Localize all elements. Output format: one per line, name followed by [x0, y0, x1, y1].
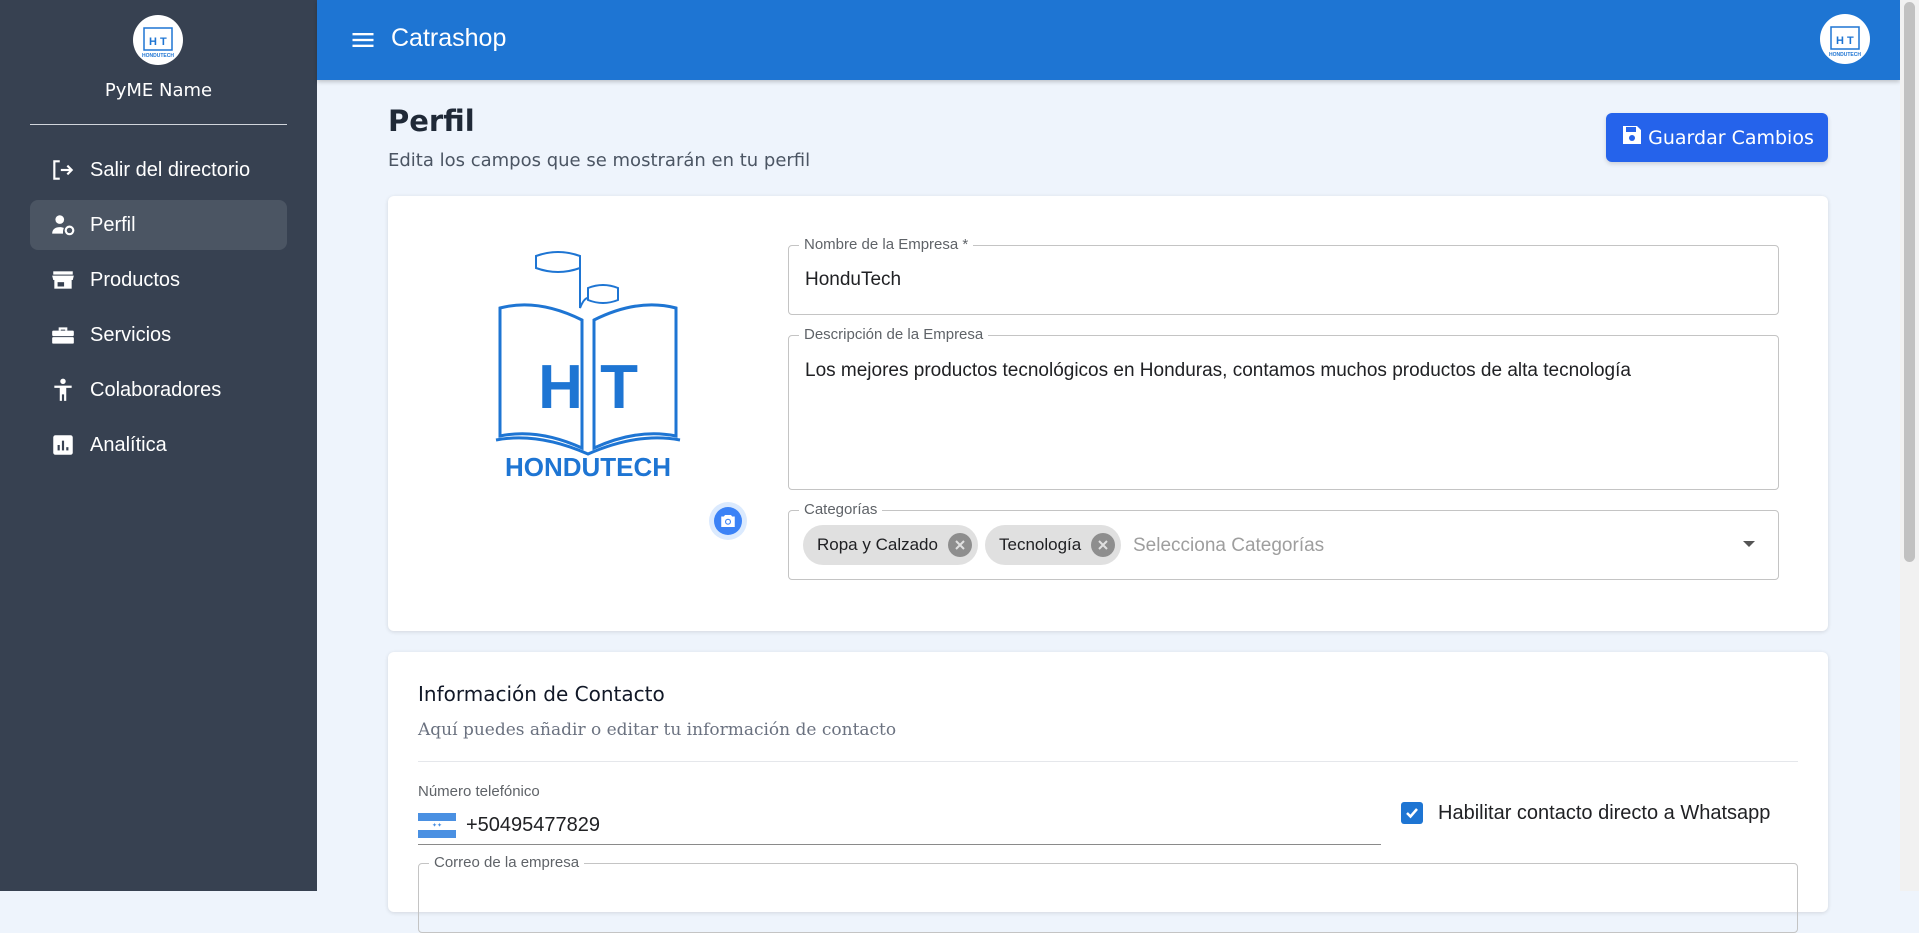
company-logo-small: H T HONDUTECH [133, 15, 183, 65]
avatar-letters: H T [1836, 35, 1854, 47]
remove-chip-icon[interactable] [1091, 533, 1116, 557]
logo-letters-small: H T [149, 36, 167, 48]
camera-button[interactable] [709, 502, 747, 540]
company-name-field[interactable]: Nombre de la Empresa * HonduTech [788, 236, 1779, 315]
sidebar-item-productos[interactable]: Productos [30, 255, 287, 305]
email-label: Correo de la empresa [429, 854, 585, 871]
sidebar-item-perfil[interactable]: Perfil [30, 200, 287, 250]
company-logo: H T HONDUTECH [488, 248, 688, 482]
sidebar-nav: Salir del directorio Perfil Productos Se… [30, 145, 287, 475]
sidebar-divider [30, 124, 287, 125]
toolbox-icon [50, 322, 76, 348]
floppy-disk-icon [1620, 123, 1644, 152]
page-subtitle: Edita los campos que se mostrarán en tu … [388, 150, 811, 171]
avatar-text: HONDUTECH [1829, 52, 1861, 58]
app-title: Catrashop [391, 24, 507, 52]
sidebar-item-label: Analítica [90, 433, 167, 456]
save-changes-button[interactable]: Guardar Cambios [1606, 113, 1828, 162]
company-name-label: Nombre de la Empresa * [799, 236, 974, 253]
sidebar-item-label: Productos [90, 268, 181, 291]
sidebar: H T HONDUTECH PyME Name Salir del direct… [0, 0, 317, 891]
phone-field[interactable]: ✦✦ +50495477829 [418, 802, 1381, 845]
whatsapp-label: Habilitar contacto directo a Whatsapp [1438, 802, 1771, 824]
save-button-label: Guardar Cambios [1648, 126, 1814, 149]
category-chip: Ropa y Calzado [803, 525, 978, 565]
profile-card: H T HONDUTECH Nombre de la Empresa * Hon… [388, 196, 1828, 631]
scrollbar-thumb[interactable] [1904, 2, 1915, 562]
sidebar-item-label: Perfil [90, 213, 136, 236]
honduras-flag-icon[interactable]: ✦✦ [418, 813, 456, 838]
logout-icon [50, 157, 76, 183]
whatsapp-checkbox[interactable] [1401, 802, 1423, 824]
page-title: Perfil [388, 104, 475, 138]
store-icon [50, 267, 76, 293]
pyme-name: PyME Name [104, 80, 213, 101]
company-name-value: HonduTech [805, 269, 902, 290]
categories-placeholder: Selecciona Categorías [1133, 535, 1325, 556]
chip-label: Tecnología [999, 535, 1082, 554]
sidebar-item-servicios[interactable]: Servicios [30, 310, 287, 360]
logo-text-small: HONDUTECH [142, 53, 174, 59]
company-description-label: Descripción de la Empresa [799, 326, 989, 343]
person-icon [50, 377, 76, 403]
camera-icon [714, 507, 742, 535]
user-avatar[interactable]: H T HONDUTECH [1820, 14, 1870, 64]
logo-letters: H T [538, 353, 638, 422]
phone-label: Número telefónico [418, 783, 540, 800]
contact-card: Información de Contacto Aquí puedes añad… [388, 652, 1828, 933]
company-description-value: Los mejores productos tecnológicos en Ho… [805, 360, 1631, 381]
user-gear-icon [50, 212, 76, 238]
app-header: Catrashop H T HONDUTECH [317, 0, 1900, 80]
chip-label: Ropa y Calzado [817, 535, 938, 554]
email-field[interactable]: Correo de la empresa [418, 854, 1798, 933]
hamburger-menu-icon[interactable] [349, 26, 377, 54]
company-description-field[interactable]: Descripción de la Empresa Los mejores pr… [788, 326, 1779, 490]
sidebar-item-salir[interactable]: Salir del directorio [30, 145, 287, 195]
logo-text: HONDUTECH [505, 452, 671, 478]
sidebar-item-label: Salir del directorio [90, 158, 251, 181]
category-chip: Tecnología [985, 525, 1122, 565]
contact-section-subtitle: Aquí puedes añadir o editar tu informaci… [418, 720, 897, 740]
section-divider [418, 761, 1798, 762]
chevron-down-icon[interactable] [1743, 541, 1755, 547]
contact-section-title: Información de Contacto [418, 682, 665, 706]
remove-chip-icon[interactable] [947, 533, 972, 557]
analytics-icon [50, 432, 76, 458]
categories-field[interactable]: Categorías Ropa y Calzado Tecnología Sel… [788, 501, 1779, 580]
sidebar-item-label: Servicios [90, 323, 172, 346]
categories-label: Categorías [799, 501, 883, 518]
phone-value: +50495477829 [466, 814, 601, 836]
page-scrollbar[interactable] [1900, 0, 1919, 891]
sidebar-item-colaboradores[interactable]: Colaboradores [30, 365, 287, 415]
sidebar-item-label: Colaboradores [90, 378, 222, 401]
sidebar-item-analitica[interactable]: Analítica [30, 420, 287, 470]
